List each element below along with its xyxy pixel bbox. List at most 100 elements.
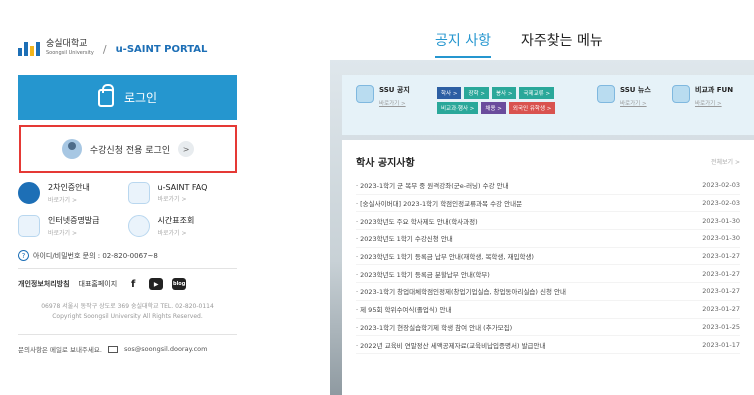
shield-icon [18,182,40,204]
notice-row[interactable]: · 2023학년도 1학기 등록금 분할납부 안내(학부) 2023-01-27 [356,265,740,284]
quick-link-go[interactable]: 바로가기 > [48,228,100,237]
tab-frequent-menu[interactable]: 자주찾는 메뉴 [521,30,603,58]
notice-row[interactable]: · [숭실사이버대] 2023-1학기 학점인정교류과목 수강 안내문 2023-… [356,195,740,213]
ssu-news-title: SSU 뉴스 [620,86,651,94]
course-login-label: 수강신청 전용 로그인 [89,145,171,156]
notice-row[interactable]: · 2023학년도 1학기 수강신청 안내 2023-01-30 [356,230,740,248]
notice-date: 2023-01-27 [702,252,740,261]
chip-recruit[interactable]: 채용 > [481,102,506,114]
login-button[interactable]: 로그인 [18,75,237,120]
homepage-link[interactable]: 대표홈페이지 [79,279,118,289]
ssu-notice-title: SSU 공지 [379,86,410,94]
notice-category-bar: SSU 공지 바로가기 > 학사 > 장학 > 봉사 > 국제교류 > 비교과·… [342,75,754,135]
quick-link-go[interactable]: 바로가기 > [48,195,90,204]
course-registration-login-button[interactable]: 수강신청 전용 로그인 > [19,125,237,173]
notice-title[interactable]: · 2023학년도 1학기 등록금 납부 안내(재학생, 복학생, 재입학생) [356,251,534,261]
fun-icon [672,85,690,103]
notice-list: · 2023-1학기 군 복무 중 원격강좌(군e-러닝) 수강 안내 2023-… [356,177,740,354]
notice-title[interactable]: · 2023-1학기 현장실습학기제 학생 참여 안내 (추가모집) [356,322,512,332]
chip-international[interactable]: 국제교류 > [519,87,555,99]
help-text: 아이디/비밀번호 문의 : 02-820-0067~8 [33,251,158,260]
notice-date: 2023-01-27 [702,305,740,314]
academic-notice-board: 학사 공지사항 전체보기 > · 2023-1학기 군 복무 중 원격강좌(군e… [342,140,754,395]
notice-title[interactable]: · 2023학년도 1학기 수강신청 안내 [356,233,453,243]
tab-notices[interactable]: 공지 사항 [435,30,491,58]
university-logo-icon [18,42,40,56]
quick-link-title: u-SAINT FAQ [157,183,208,192]
notice-icon [356,85,374,103]
facebook-icon[interactable]: f [126,278,140,290]
help-line: ? 아이디/비밀번호 문의 : 02-820-0067~8 [18,250,158,261]
contact-line: 문의사항은 메일로 보내주세요. sos@soongsil.dooray.com [18,344,207,354]
certificate-icon [18,215,40,237]
person-icon [61,139,82,159]
notice-date: 2023-02-03 [702,181,740,190]
notice-date: 2023-01-27 [702,287,740,296]
blog-icon[interactable]: blog [172,278,187,290]
notice-title[interactable]: · 2023학년도 주요 학사제도 안내(학사과정) [356,216,478,226]
address-block: 06978 서울시 동작구 상도로 369 숭실대학교 TEL. 02-820-… [18,302,237,322]
quick-link-timetable[interactable]: 시간표조회 바로가기 > [127,215,238,237]
chevron-right-icon: > [178,141,195,157]
quick-links-row-2: 인터넷증명발급 바로가기 > 시간표조회 바로가기 > [18,215,237,237]
right-panel: 공지 사항 자주찾는 메뉴 SSU 공지 바로가기 > 학사 > 장학 > 봉사… [330,0,754,395]
copyright-line: Copyright Soongsil University All Rights… [52,313,203,320]
notice-date: 2023-01-17 [702,340,740,349]
footer-links: 개인정보처리방침 대표홈페이지 f ▶ blog [18,278,187,290]
fun-title: 비교과 FUN [695,86,734,94]
notice-date: 2023-01-27 [702,269,740,278]
ssu-notice[interactable]: SSU 공지 바로가기 > [356,85,410,107]
notice-title[interactable]: · 2023학년도 1학기 등록금 분할납부 안내(학부) [356,269,490,279]
notice-title[interactable]: · [숭실사이버대] 2023-1학기 학점인정교류과목 수강 안내문 [356,198,522,208]
privacy-policy-link[interactable]: 개인정보처리방침 [18,279,70,289]
notice-row[interactable]: · 제 95회 학위수여식(졸업식) 안내 2023-01-27 [356,301,740,319]
notice-row[interactable]: · 2023-1학기 군 복무 중 원격강좌(군e-러닝) 수강 안내 2023-… [356,177,740,195]
faq-icon [127,182,150,204]
login-label: 로그인 [123,91,158,105]
chip-scholarship[interactable]: 장학 > [464,87,489,99]
notice-row[interactable]: · 2023학년도 1학기 등록금 납부 안내(재학생, 복학생, 재입학생) 2… [356,248,740,266]
see-all-link[interactable]: 전체보기 > [711,157,740,166]
extracurricular-fun[interactable]: 비교과 FUN 바로가기 > [672,85,733,107]
quick-link-certificate[interactable]: 인터넷증명발급 바로가기 > [18,215,128,237]
quick-link-go[interactable]: 바로가기 > [158,194,208,203]
category-chips: 학사 > 장학 > 봉사 > 국제교류 > 비교과·행사 > 채용 > 외국인 … [437,87,587,114]
ssu-news[interactable]: SSU 뉴스 바로가기 > [597,85,651,107]
youtube-icon[interactable]: ▶ [149,278,164,290]
ssu-news-go[interactable]: 바로가기 > [620,99,651,107]
mail-icon [107,345,118,353]
page: 숭실대학교 Soongsil University / u-SAINT PORT… [0,0,754,395]
news-icon [597,85,615,103]
chip-extracurricular[interactable]: 비교과·행사 > [437,102,479,114]
question-icon: ? [18,250,29,261]
notice-row[interactable]: · 2023-1학기 현장실습학기제 학생 참여 안내 (추가모집) 2023-0… [356,319,740,337]
portal-logo[interactable]: 숭실대학교 Soongsil University / u-SAINT PORT… [18,40,207,58]
logo-separator: / [102,42,107,56]
quick-link-2fa[interactable]: 2차인증안내 바로가기 > [18,182,128,204]
notice-title[interactable]: · 제 95회 학위수여식(졸업식) 안내 [356,304,451,314]
notice-title[interactable]: · 2022년 교육비 연말정산 세액공제자료(교육비납입증명서) 발급안내 [356,340,546,350]
chip-volunteer[interactable]: 봉사 > [491,87,517,99]
ssu-notice-go[interactable]: 바로가기 > [379,99,410,107]
university-name: 숭실대학교 [46,39,88,49]
notice-row[interactable]: · 2023-1학기 창업대체학점인정제(창업기업실습, 창업동아리실습) 신청… [356,283,740,301]
quick-link-title: 2차인증안내 [48,183,90,192]
notice-row[interactable]: · 2023학년도 주요 학사제도 안내(학사과정) 2023-01-30 [356,212,740,231]
fun-go[interactable]: 바로가기 > [695,99,733,107]
quick-links-row-1: 2차인증안내 바로가기 > u-SAINT FAQ 바로가기 > [18,182,237,204]
notice-title[interactable]: · 2023-1학기 창업대체학점인정제(창업기업실습, 창업동아리실습) 신청… [356,286,566,296]
notice-row[interactable]: · 2022년 교육비 연말정산 세액공제자료(교육비납입증명서) 발급안내 20… [356,336,740,354]
notice-date: 2023-01-30 [702,216,740,225]
quick-link-go[interactable]: 바로가기 > [158,228,195,237]
notice-title[interactable]: · 2023-1학기 군 복무 중 원격강좌(군e-러닝) 수강 안내 [356,180,509,190]
contact-email[interactable]: sos@soongsil.dooray.com [124,345,208,353]
notice-date: 2023-02-03 [702,199,740,208]
portal-name: u-SAINT PORTAL [115,43,208,55]
university-name-en: Soongsil University [46,50,94,56]
chip-academic[interactable]: 학사 > [437,87,462,99]
address-line: 06978 서울시 동작구 상도로 369 숭실대학교 TEL. 02-820-… [41,303,214,310]
clock-icon [127,215,150,237]
notice-date: 2023-01-25 [702,322,740,331]
quick-link-faq[interactable]: u-SAINT FAQ 바로가기 > [127,182,238,204]
chip-foreign-students[interactable]: 외국인 유학생 > [508,102,556,114]
